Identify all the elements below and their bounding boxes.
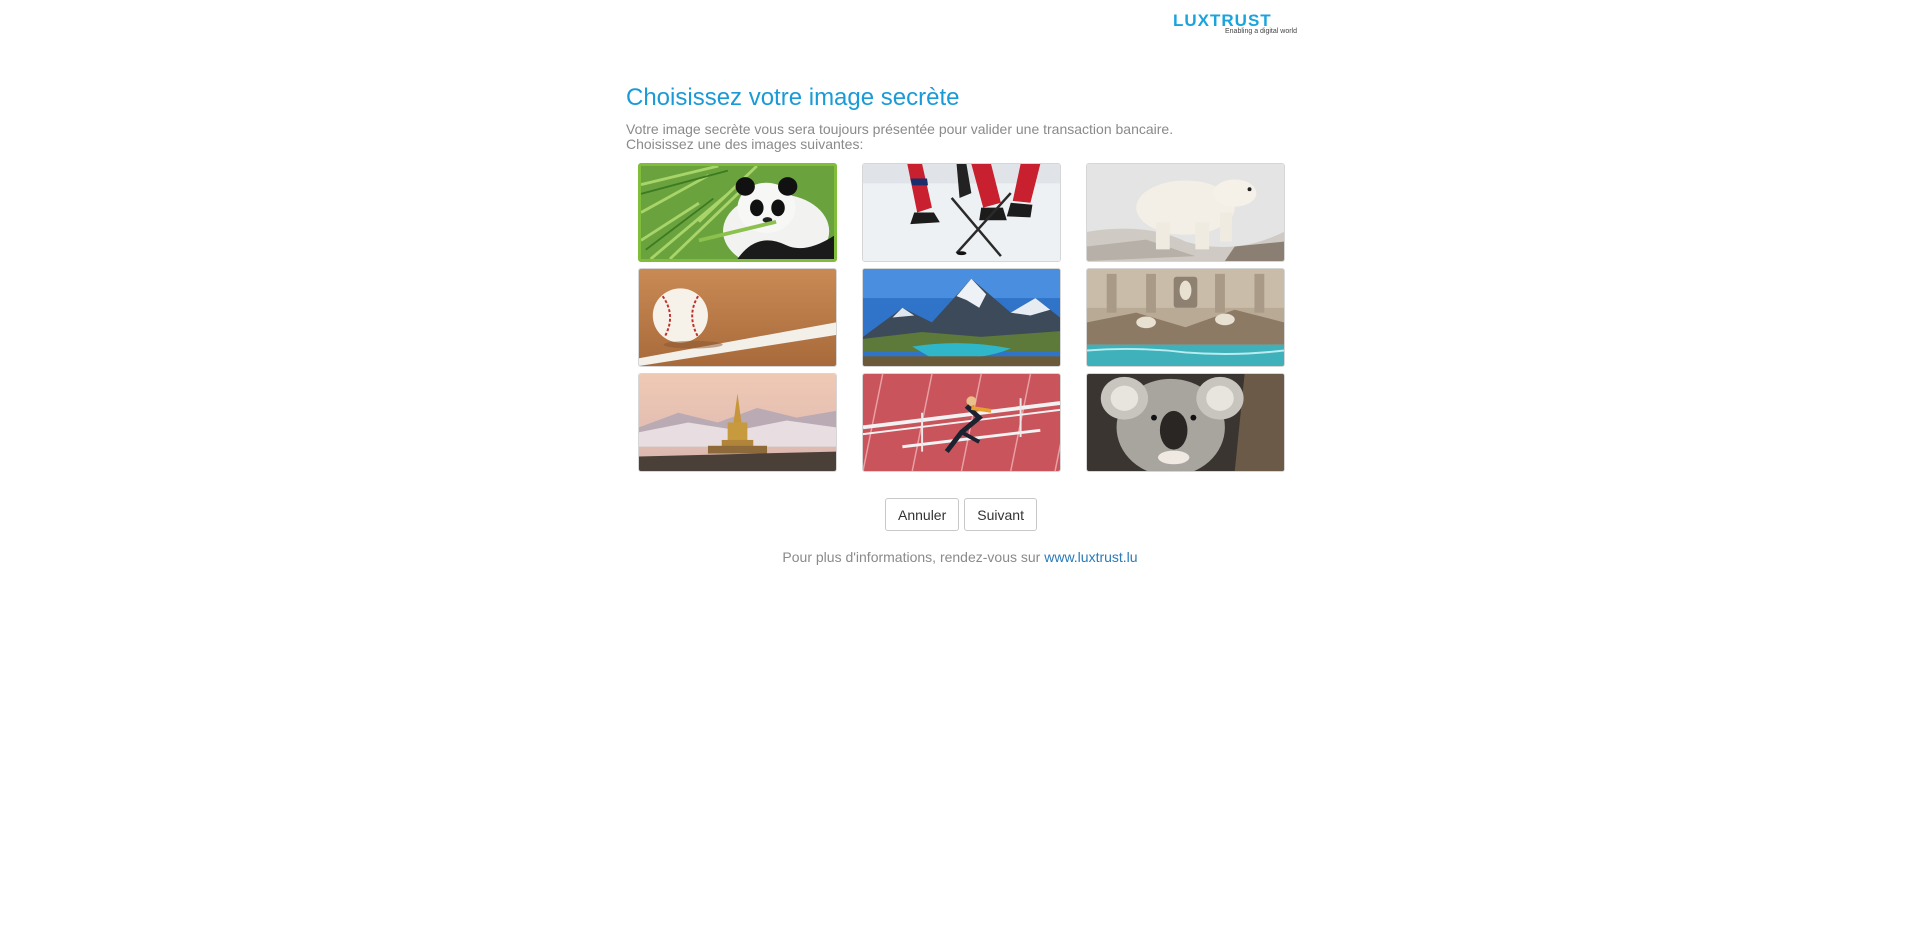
image-option-panda[interactable] [638, 163, 837, 262]
next-button[interactable]: Suivant [964, 498, 1037, 531]
instructions-line-2: Choisissez une des images suivantes: [626, 136, 864, 152]
koala-image [1087, 374, 1284, 471]
cancel-button[interactable]: Annuler [885, 498, 960, 531]
hockey-image [863, 164, 1060, 261]
panda-image [641, 166, 834, 259]
image-option-polar-bear[interactable] [1086, 163, 1285, 262]
footer-text: Pour plus d'informations, rendez-vous su… [782, 549, 1041, 565]
footer-info: Pour plus d'informations, rendez-vous su… [0, 549, 1920, 565]
fountain-image [1087, 269, 1284, 366]
baseball-image [639, 269, 836, 366]
action-buttons: Annuler Suivant [885, 498, 1037, 531]
polar-bear-image [1087, 164, 1284, 261]
image-grid [638, 163, 1285, 472]
luxtrust-link[interactable]: www.luxtrust.lu [1044, 549, 1137, 565]
page: LUXTRUST Enabling a digital world Choisi… [0, 0, 1920, 925]
luxtrust-logo: LUXTRUST Enabling a digital world [1173, 12, 1297, 38]
page-title: Choisissez votre image secrète [626, 84, 960, 111]
image-option-mountain-lake[interactable] [862, 268, 1061, 367]
image-option-hurdles[interactable] [862, 373, 1061, 472]
image-option-stupa[interactable] [638, 373, 837, 472]
logo-tagline: Enabling a digital world [1225, 28, 1297, 35]
image-option-koala[interactable] [1086, 373, 1285, 472]
hurdles-image [863, 374, 1060, 471]
instructions: Votre image secrète vous sera toujours p… [626, 122, 1173, 152]
mountain-lake-image [863, 269, 1060, 366]
instructions-line-1: Votre image secrète vous sera toujours p… [626, 121, 1174, 137]
image-option-ice-hockey[interactable] [862, 163, 1061, 262]
image-option-baseball[interactable] [638, 268, 837, 367]
stupa-image [639, 374, 836, 471]
image-option-fountain[interactable] [1086, 268, 1285, 367]
